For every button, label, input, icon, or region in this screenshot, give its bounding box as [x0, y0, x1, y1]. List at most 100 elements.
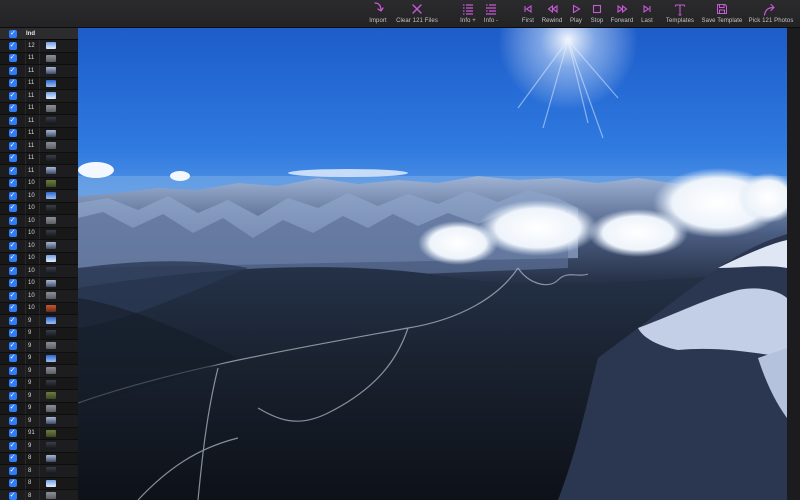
photo-thumbnail[interactable]	[46, 104, 56, 112]
file-select-checkbox[interactable]: ✓	[8, 116, 17, 125]
file-select-checkbox[interactable]: ✓	[8, 254, 17, 263]
photo-thumbnail[interactable]	[46, 442, 56, 450]
file-row[interactable]: ✓ 10	[0, 277, 78, 290]
photo-thumbnail[interactable]	[46, 79, 56, 87]
file-row[interactable]: ✓ 8	[0, 452, 78, 465]
file-select-checkbox[interactable]: ✓	[8, 416, 17, 425]
file-row[interactable]: ✓ 9	[0, 365, 78, 378]
photo-thumbnail[interactable]	[46, 454, 56, 462]
file-row[interactable]: ✓ 9	[0, 402, 78, 415]
file-row[interactable]: ✓ 9	[0, 440, 78, 453]
file-row[interactable]: ✓ 8	[0, 477, 78, 490]
file-select-checkbox[interactable]: ✓	[8, 229, 17, 238]
templates-button[interactable]: Templates	[664, 2, 696, 27]
photo-thumbnail[interactable]	[46, 317, 56, 325]
photo-thumbnail[interactable]	[46, 292, 56, 300]
file-row[interactable]: ✓ 10	[0, 190, 78, 203]
file-row[interactable]: ✓ 10	[0, 240, 78, 253]
file-select-checkbox[interactable]: ✓	[8, 179, 17, 188]
file-row[interactable]: ✓ 11	[0, 52, 78, 65]
file-select-checkbox[interactable]: ✓	[8, 129, 17, 138]
photo-thumbnail[interactable]	[46, 204, 56, 212]
photo-thumbnail[interactable]	[46, 354, 56, 362]
photo-thumbnail[interactable]	[46, 367, 56, 375]
file-select-checkbox[interactable]: ✓	[8, 166, 17, 175]
photo-thumbnail[interactable]	[46, 342, 56, 350]
photo-thumbnail[interactable]	[46, 54, 56, 62]
photo-thumbnail[interactable]	[46, 492, 56, 500]
file-select-checkbox[interactable]: ✓	[8, 216, 17, 225]
first-button[interactable]: First	[518, 2, 538, 27]
file-select-checkbox[interactable]: ✓	[8, 41, 17, 50]
file-row[interactable]: ✓ 10	[0, 252, 78, 265]
file-row[interactable]: ✓ 10	[0, 227, 78, 240]
photo-thumbnail[interactable]	[46, 379, 56, 387]
file-row[interactable]: ✓ 10	[0, 265, 78, 278]
photo-thumbnail[interactable]	[46, 279, 56, 287]
file-select-checkbox[interactable]: ✓	[8, 391, 17, 400]
file-row[interactable]: ✓ 11	[0, 65, 78, 78]
file-row[interactable]: ✓ 11	[0, 90, 78, 103]
file-select-checkbox[interactable]: ✓	[8, 341, 17, 350]
stop-button[interactable]: Stop	[587, 2, 607, 27]
photo-thumbnail[interactable]	[46, 117, 56, 125]
file-select-checkbox[interactable]: ✓	[8, 479, 17, 488]
file-row[interactable]: ✓ 91	[0, 427, 78, 440]
file-row[interactable]: ✓ 9	[0, 327, 78, 340]
file-select-checkbox[interactable]: ✓	[8, 454, 17, 463]
photo-thumbnail[interactable]	[46, 67, 56, 75]
file-list-sidebar[interactable]: ✓ Ind ✓ 12 ✓ 11 ✓ 11 ✓ 11 ✓ 11 ✓ 11 ✓ 11 ✓ 11 ✓ 11 ✓ 11 ✓ 11 ✓…	[0, 28, 78, 500]
file-select-checkbox[interactable]: ✓	[8, 304, 17, 313]
file-row[interactable]: ✓ 11	[0, 115, 78, 128]
file-select-checkbox[interactable]: ✓	[8, 266, 17, 275]
file-select-checkbox[interactable]: ✓	[8, 54, 17, 63]
photo-thumbnail[interactable]	[46, 479, 56, 487]
file-select-checkbox[interactable]: ✓	[8, 466, 17, 475]
file-select-checkbox[interactable]: ✓	[8, 154, 17, 163]
file-select-checkbox[interactable]: ✓	[8, 204, 17, 213]
file-row[interactable]: ✓ 11	[0, 165, 78, 178]
play-button[interactable]: Play	[566, 2, 586, 27]
file-row[interactable]: ✓ 9	[0, 415, 78, 428]
file-select-checkbox[interactable]: ✓	[8, 316, 17, 325]
file-select-checkbox[interactable]: ✓	[8, 291, 17, 300]
forward-button[interactable]: Forward	[609, 2, 635, 27]
photo-thumbnail[interactable]	[46, 154, 56, 162]
file-row[interactable]: ✓ 9	[0, 340, 78, 353]
file-row[interactable]: ✓ 11	[0, 77, 78, 90]
file-select-checkbox[interactable]: ✓	[8, 104, 17, 113]
file-select-checkbox[interactable]: ✓	[8, 404, 17, 413]
last-button[interactable]: Last	[637, 2, 657, 27]
file-select-checkbox[interactable]: ✓	[8, 441, 17, 450]
file-select-checkbox[interactable]: ✓	[8, 366, 17, 375]
column-header-ind[interactable]: Ind	[26, 31, 42, 37]
photo-thumbnail[interactable]	[46, 392, 56, 400]
file-select-checkbox[interactable]: ✓	[8, 66, 17, 75]
photo-thumbnail[interactable]	[46, 429, 56, 437]
file-row[interactable]: ✓ 9	[0, 352, 78, 365]
file-select-checkbox[interactable]: ✓	[8, 91, 17, 100]
info-minus-button[interactable]: Info -	[479, 2, 503, 27]
photo-thumbnail[interactable]	[46, 217, 56, 225]
save-template-button[interactable]: Save Template	[700, 2, 744, 27]
file-select-checkbox[interactable]: ✓	[8, 241, 17, 250]
file-select-checkbox[interactable]: ✓	[8, 491, 17, 500]
file-row[interactable]: ✓ 11	[0, 140, 78, 153]
file-select-checkbox[interactable]: ✓	[8, 429, 17, 438]
photo-thumbnail[interactable]	[46, 329, 56, 337]
photo-thumbnail[interactable]	[46, 304, 56, 312]
pick-photos-button[interactable]: Pick 121 Photos	[747, 2, 795, 27]
file-select-checkbox[interactable]: ✓	[8, 79, 17, 88]
photo-viewer[interactable]	[78, 28, 787, 500]
photo-thumbnail[interactable]	[46, 404, 56, 412]
rewind-button[interactable]: Rewind	[540, 2, 564, 27]
photo-thumbnail[interactable]	[46, 229, 56, 237]
file-row[interactable]: ✓ 9	[0, 390, 78, 403]
file-select-checkbox[interactable]: ✓	[8, 279, 17, 288]
file-row[interactable]: ✓ 10	[0, 215, 78, 228]
photo-thumbnail[interactable]	[46, 92, 56, 100]
file-row[interactable]: ✓ 11	[0, 102, 78, 115]
file-row[interactable]: ✓ 11	[0, 127, 78, 140]
photo-thumbnail[interactable]	[46, 192, 56, 200]
file-row[interactable]: ✓ 10	[0, 177, 78, 190]
